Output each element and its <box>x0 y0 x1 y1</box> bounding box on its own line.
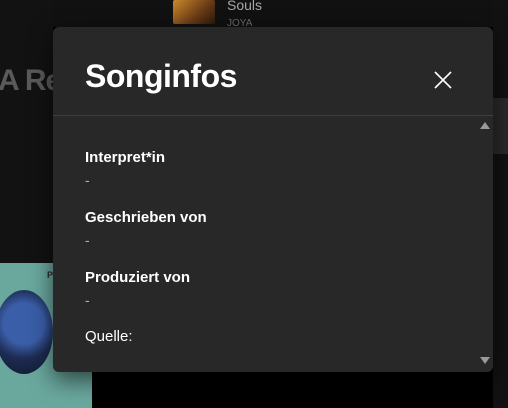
close-button[interactable] <box>430 67 456 93</box>
background-top-strip <box>53 0 493 27</box>
app-window: Souls JOYA A Re P Songinfos Interpret*in… <box>0 0 508 408</box>
field-label: Interpret*in <box>85 149 166 166</box>
dialog-title: Songinfos <box>85 58 237 94</box>
source-label: Quelle: <box>85 328 133 345</box>
field-value: - <box>85 172 90 188</box>
field-artist: Interpret*in - <box>85 146 475 190</box>
field-label: Geschrieben von <box>85 209 207 226</box>
field-label: Produziert von <box>85 269 191 286</box>
song-info-dialog: Songinfos Interpret*in - Geschrieben von… <box>53 27 493 372</box>
background-scroll-block <box>493 98 508 154</box>
field-value: - <box>85 292 90 308</box>
dialog-content: Interpret*in - Geschrieben von - Produzi… <box>85 146 475 348</box>
scroll-down-arrow-icon[interactable] <box>480 357 490 364</box>
dialog-divider <box>53 115 493 116</box>
now-playing-title[interactable]: Souls <box>227 0 262 13</box>
field-produced-by: Produziert von - <box>85 266 475 310</box>
background-right-panel <box>493 0 508 408</box>
now-playing-cover[interactable] <box>173 0 215 24</box>
close-icon <box>430 67 456 93</box>
field-written-by: Geschrieben von - <box>85 206 475 250</box>
scroll-up-arrow-icon[interactable] <box>480 122 490 129</box>
field-value: - <box>85 232 90 248</box>
